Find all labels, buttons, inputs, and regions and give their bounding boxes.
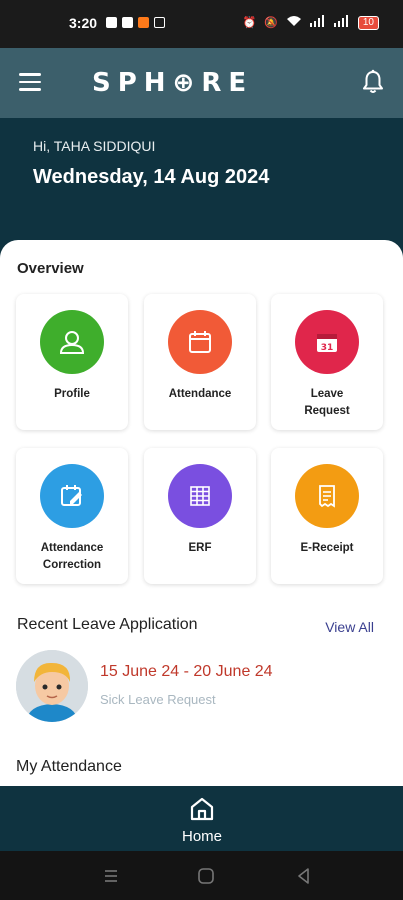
leave-type: Sick Leave Request [100, 692, 216, 707]
app-header: SPH⊕RE [0, 48, 403, 118]
svg-text:31: 31 [321, 343, 334, 353]
avatar [16, 650, 88, 722]
tab-home[interactable]: Home [170, 794, 234, 850]
tile-label: Attendance [168, 388, 232, 400]
notification-icons [106, 17, 165, 28]
overview-title: Overview [17, 260, 84, 277]
receipt-icon [295, 464, 359, 528]
system-status-icons: ⏰ 🔕 10 [242, 15, 379, 30]
user-icon [40, 310, 104, 374]
tile-attendance[interactable]: Attendance [144, 294, 256, 430]
tile-profile[interactable]: Profile [16, 294, 128, 430]
hamburger-menu-icon[interactable] [19, 73, 41, 91]
greeting-section: Hi, TAHA SIDDIQUI Wednesday, 14 Aug 2024 [0, 118, 403, 248]
recent-leave-title: Recent Leave Application [17, 616, 198, 633]
system-nav-bar [0, 851, 403, 900]
calendar-icon [168, 310, 232, 374]
tile-label: Attendance Correction [40, 542, 104, 571]
my-attendance-title: My Attendance [16, 758, 122, 775]
calendar-edit-icon [40, 464, 104, 528]
tile-e-receipt[interactable]: E-Receipt [271, 448, 383, 584]
youtube-icon [122, 17, 133, 28]
signal-icon [309, 15, 326, 30]
leave-dates: 15 June 24 - 20 June 24 [100, 663, 273, 680]
tile-erf[interactable]: ERF [144, 448, 256, 584]
bottom-nav: Home [0, 786, 403, 851]
recents-icon[interactable] [101, 866, 121, 886]
tile-attendance-correction[interactable]: Attendance Correction [16, 448, 128, 584]
home-label: Home [181, 828, 222, 845]
calendar-31-icon: 31 [295, 310, 359, 374]
facebook-icon [106, 17, 117, 28]
home-button-icon[interactable] [196, 866, 216, 886]
current-date: Wednesday, 14 Aug 2024 [33, 166, 270, 188]
dashboard-card: Overview Profile Attendance 31 Leave Req… [0, 240, 403, 786]
mute-icon: 🔕 [264, 17, 278, 29]
wifi-icon [286, 15, 302, 30]
app-icon [138, 17, 149, 28]
bell-icon[interactable] [361, 69, 385, 95]
view-all-link[interactable]: View All [325, 619, 374, 635]
status-bar: 3:20 ⏰ 🔕 10 [0, 0, 403, 48]
tile-label: Leave Request [304, 388, 350, 417]
signal-icon [333, 15, 350, 30]
alarm-icon: ⏰ [242, 17, 257, 29]
instagram-icon [154, 17, 165, 28]
tile-label: E-Receipt [300, 542, 354, 554]
tile-label: Profile [54, 388, 90, 400]
status-time: 3:20 [69, 15, 98, 31]
home-icon [190, 797, 214, 821]
leave-application-item[interactable]: 15 June 24 - 20 June 24 Sick Leave Reque… [16, 650, 386, 724]
app-logo: SPH⊕RE [92, 68, 254, 98]
greeting-text: Hi, TAHA SIDDIQUI [33, 138, 156, 154]
back-icon[interactable] [294, 866, 314, 886]
tile-label: ERF [188, 542, 212, 554]
tile-leave-request[interactable]: 31 Leave Request [271, 294, 383, 430]
list-icon [168, 464, 232, 528]
battery-icon: 10 [357, 15, 379, 30]
